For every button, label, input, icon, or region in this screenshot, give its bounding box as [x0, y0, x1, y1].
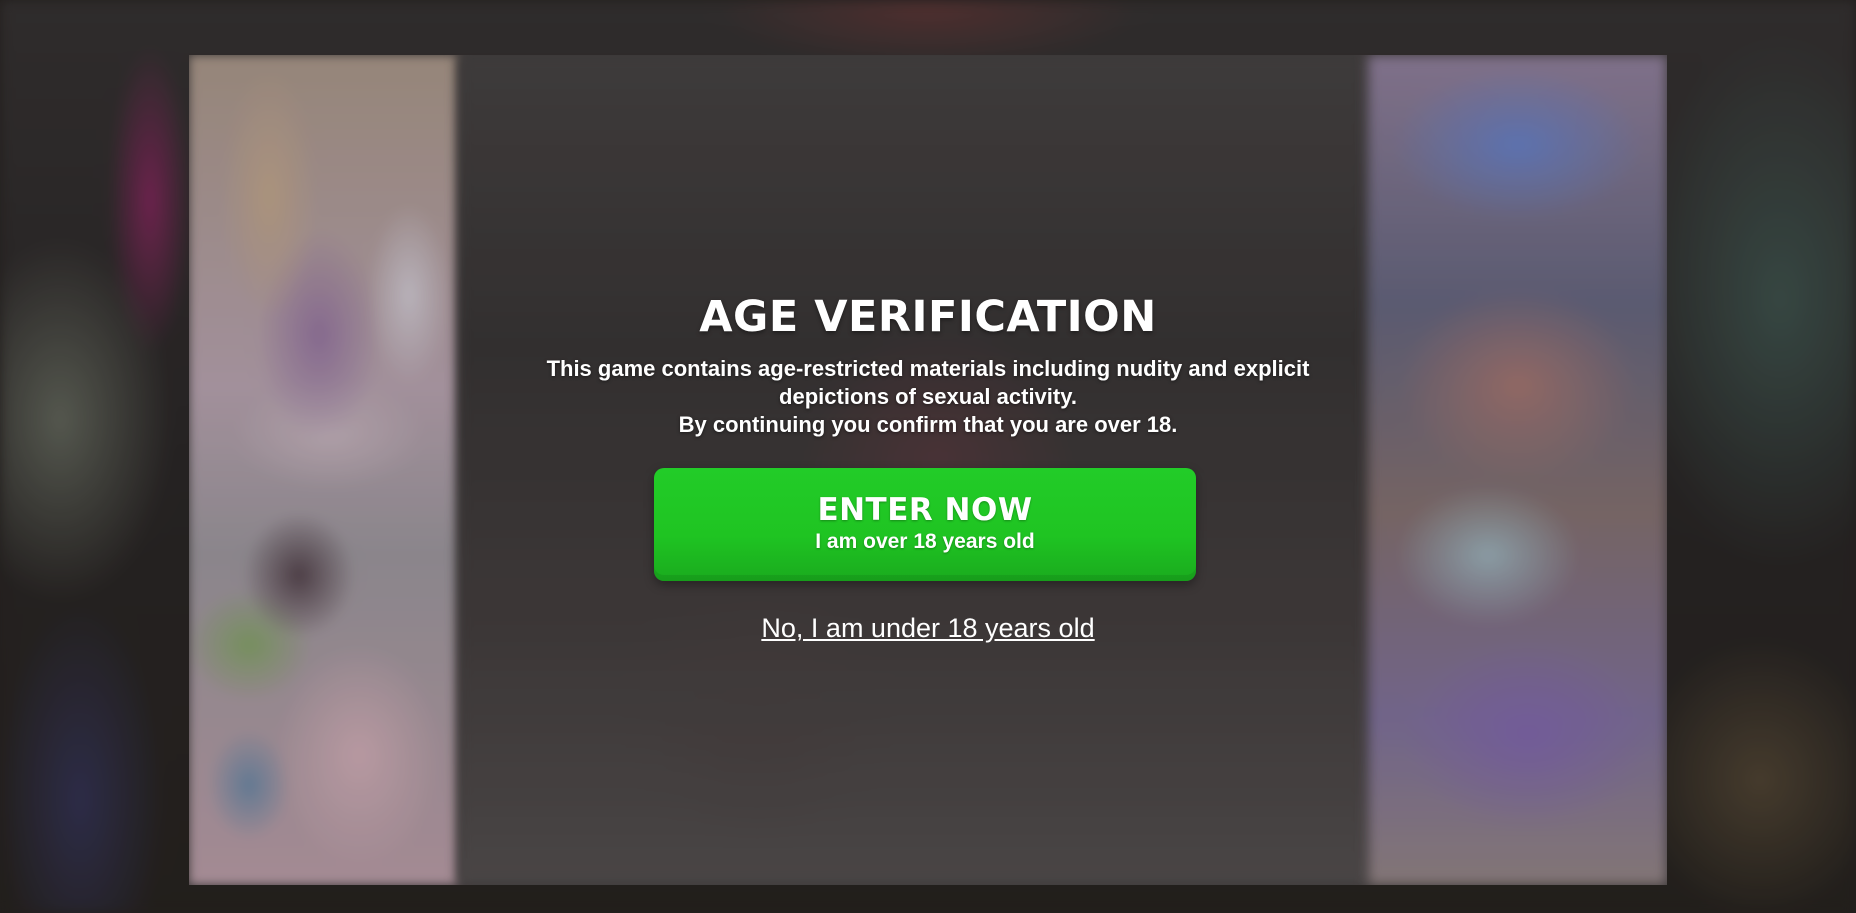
- page-title: AGE VERIFICATION: [699, 292, 1157, 342]
- age-verification-modal: AGE VERIFICATION This game contains age-…: [0, 0, 1856, 913]
- enter-now-label: ENTER NOW: [817, 492, 1033, 528]
- warning-line-1: This game contains age-restricted materi…: [546, 356, 1310, 381]
- under-18-link[interactable]: No, I am under 18 years old: [761, 613, 1094, 643]
- age-warning-text: This game contains age-restricted materi…: [478, 355, 1378, 439]
- under-18-link-container: No, I am under 18 years old: [0, 613, 1856, 644]
- warning-line-3: By continuing you confirm that you are o…: [678, 412, 1178, 437]
- enter-now-button[interactable]: ENTER NOW I am over 18 years old: [654, 468, 1196, 581]
- enter-now-sublabel: I am over 18 years old: [815, 530, 1035, 553]
- warning-line-2: depictions of sexual activity.: [779, 384, 1077, 409]
